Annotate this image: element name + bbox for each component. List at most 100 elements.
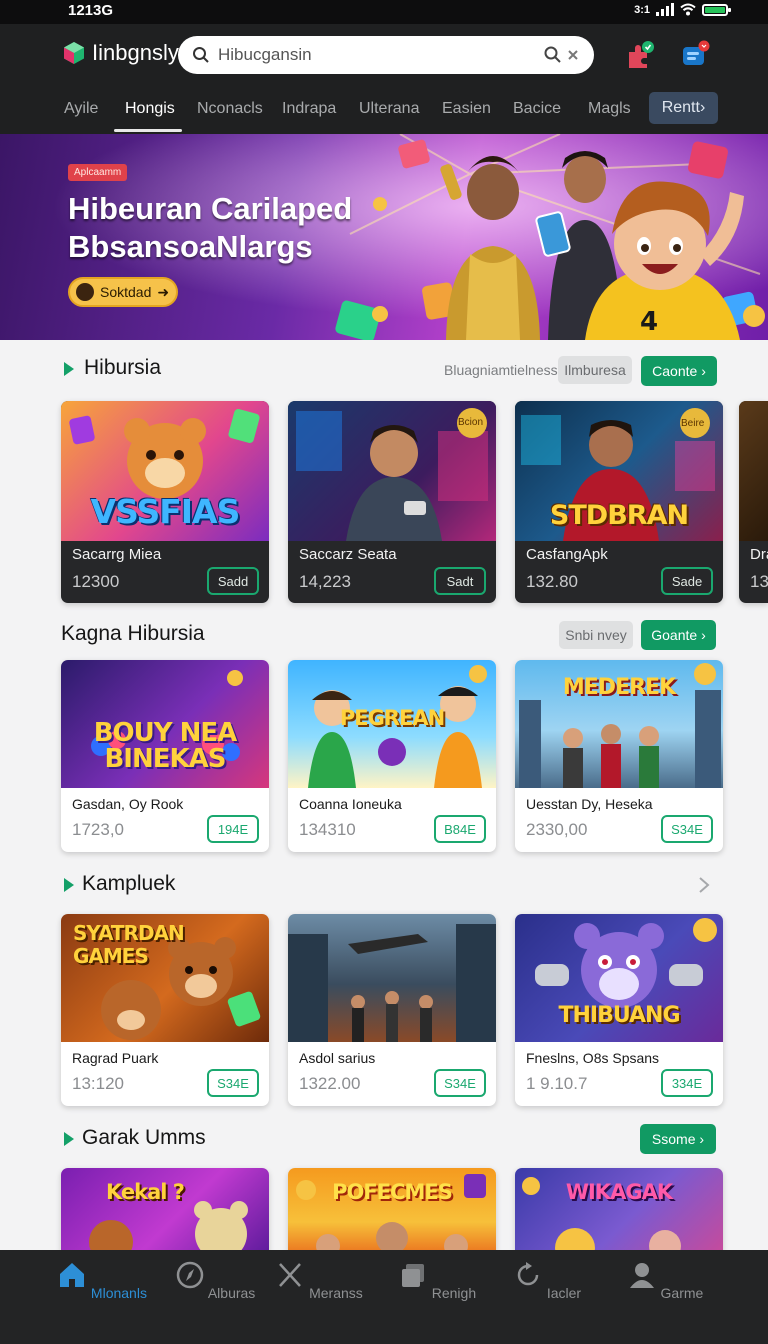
tab-2[interactable]: Nconacls xyxy=(197,100,263,118)
bottom-nav-item-0[interactable]: Mlonanls xyxy=(47,1260,157,1301)
tab-1[interactable]: Hongis xyxy=(125,100,175,118)
game-name: Sacarrg Miea xyxy=(72,546,162,563)
section-more-button[interactable]: Caonte › xyxy=(641,356,717,386)
cross-tools-icon xyxy=(279,1263,302,1287)
hero-title-line1: Hibeuran Carilaped xyxy=(68,191,353,226)
hero-cta-label: Soktdad xyxy=(100,284,152,300)
game-art-title: WIKAGAK xyxy=(565,1180,673,1204)
game-thumbnail: MEDEREK xyxy=(515,660,723,788)
game-name: Dra xyxy=(750,546,768,563)
section-header-kagna: Kagna Hibursia Snbi nvey Goante › xyxy=(0,618,768,652)
game-card[interactable]: Asdol sarius 1322.00 S34E xyxy=(288,914,496,1106)
bottom-nav-item-3[interactable]: Renigh xyxy=(382,1260,492,1301)
game-action-button[interactable]: S34E xyxy=(434,1069,486,1097)
app-header: Iinbgnsly Ayile Hongis Nconacls Indrapa … xyxy=(0,24,768,134)
bottom-nav-label: Iacler xyxy=(546,1285,582,1301)
game-art-title: SYATRDAN GAMES xyxy=(73,921,185,968)
game-card[interactable]: Bcion Saccarz Seata 14,223 Sadt xyxy=(288,401,496,603)
home-icon xyxy=(60,1263,85,1287)
game-thumbnail: THIBUANG xyxy=(515,914,723,1042)
tab-7[interactable]: Magls xyxy=(588,100,631,118)
game-value: 12300 xyxy=(72,572,120,591)
bottom-nav-item-5[interactable]: Garme xyxy=(610,1260,720,1301)
game-action-button[interactable]: 334E xyxy=(661,1069,713,1097)
tab-0[interactable]: Ayile xyxy=(64,100,98,118)
refresh-icon xyxy=(517,1262,539,1286)
filter-tag-label: Snbi nvey xyxy=(565,627,627,643)
game-action-button[interactable]: S34E xyxy=(207,1069,259,1097)
search-submit-icon[interactable] xyxy=(544,46,562,64)
search-bar[interactable] xyxy=(178,36,594,74)
game-card[interactable]: MEDEREK Uesstan Dy, Heseka 2330,00 S34E xyxy=(515,660,723,852)
chevron-right-icon: › xyxy=(699,99,706,116)
bottom-nav-label: Renigh xyxy=(431,1285,477,1301)
game-action-button[interactable]: Sadt xyxy=(434,567,486,595)
search-input[interactable] xyxy=(218,45,544,65)
tab-6[interactable]: Bacice xyxy=(513,100,561,118)
rent-label: Rentt xyxy=(661,99,700,116)
corner-badge: Bcion xyxy=(458,417,484,428)
bottom-nav-item-2[interactable]: Meranss xyxy=(264,1260,374,1301)
game-card-partial[interactable]: Dra 13 xyxy=(739,401,768,603)
game-action-button[interactable]: S34E xyxy=(661,815,713,843)
game-action-button[interactable]: Sadd xyxy=(207,567,259,595)
triangle-marker-icon xyxy=(64,362,74,376)
section-more-button[interactable]: Goante › xyxy=(641,620,716,650)
game-art-title: STDBRAN xyxy=(549,500,689,531)
bottom-nav-label: Mlonanls xyxy=(90,1285,147,1301)
section-link[interactable]: Bluagniamtielness xyxy=(444,362,558,378)
hero-title-line2: BbsansoaNlargs xyxy=(68,229,313,264)
brand[interactable]: Iinbgnsly xyxy=(62,40,179,66)
tab-5[interactable]: Easien xyxy=(442,100,491,118)
chevron-right-icon[interactable] xyxy=(698,876,710,894)
section-header-kampluek: Kampluek xyxy=(0,868,768,902)
profile-icon xyxy=(629,1263,654,1288)
game-action-label: 334E xyxy=(671,1075,703,1091)
puzzle-notification-icon[interactable] xyxy=(624,40,654,70)
game-card[interactable]: BOUY NEA BINEKAS Gasdan, Oy Rook 1723,0 … xyxy=(61,660,269,852)
tab-4[interactable]: Ulterana xyxy=(359,100,419,118)
game-card[interactable]: VSSFIAS Sacarrg Miea 12300 Sadd xyxy=(61,401,269,603)
game-action-button[interactable]: 194E xyxy=(207,815,259,843)
clear-icon[interactable] xyxy=(566,48,580,62)
game-action-label: Sadt xyxy=(446,573,474,589)
bottom-nav-item-1[interactable]: Alburas xyxy=(160,1260,270,1301)
filter-tag[interactable]: Ilmburesa xyxy=(558,356,632,384)
game-card[interactable]: PEGREAN Coanna Ioneuka 134310 B84E xyxy=(288,660,496,852)
game-card[interactable]: Beire STDBRAN CasfangApk 132.80 Sade xyxy=(515,401,723,603)
bottom-nav-item-4[interactable]: Iacler xyxy=(492,1260,602,1301)
game-card[interactable]: Kekal ? xyxy=(61,1168,269,1258)
section-more-button[interactable]: Ssome › xyxy=(640,1124,716,1154)
game-card[interactable]: WIKAGAK xyxy=(515,1168,723,1258)
game-action-label: Sadd xyxy=(217,573,249,589)
section-title: Kampluek xyxy=(82,872,176,895)
filter-tag[interactable]: Snbi nvey xyxy=(559,621,633,649)
game-action-button[interactable]: B84E xyxy=(434,815,486,843)
hero-cta-button[interactable]: Soktdad ➜ xyxy=(68,277,178,307)
game-art-title: VSSFIAS xyxy=(90,492,241,531)
game-art-title: Kekal ? xyxy=(106,1180,185,1204)
wallet-notification-icon[interactable] xyxy=(680,40,710,70)
hero-banner[interactable]: 4 Aplcaamm Hibeuran Carilaped BbsansoaNl… xyxy=(0,134,768,340)
game-name: Saccarz Seata xyxy=(299,546,397,563)
tab-3[interactable]: Indrapa xyxy=(282,100,336,118)
game-action-button[interactable]: Sade xyxy=(661,567,713,595)
game-card[interactable]: SYATRDAN GAMES Ragrad Puark 13:120 S34E xyxy=(61,914,269,1106)
triangle-marker-icon xyxy=(64,878,74,892)
game-card[interactable]: POFECMES xyxy=(288,1168,496,1258)
game-thumbnail: BOUY NEA BINEKAS xyxy=(61,660,269,788)
battery-icon xyxy=(702,3,731,16)
bottom-nav: Mlonanls Alburas Meranss Renigh Iacler G… xyxy=(0,1250,768,1344)
triangle-marker-icon xyxy=(64,1132,74,1146)
chevron-right-icon: › xyxy=(701,627,706,643)
game-name: Ragrad Puark xyxy=(72,1050,159,1066)
game-value: 134310 xyxy=(299,820,356,839)
game-art-title: THIBUANG xyxy=(558,1003,680,1028)
game-card[interactable]: THIBUANG Fneslns, O8s Spsans 1 9.10.7 33… xyxy=(515,914,723,1106)
rent-button[interactable]: Rentt › xyxy=(649,92,718,124)
bottom-nav-label: Alburas xyxy=(207,1285,256,1301)
game-name: Coanna Ioneuka xyxy=(299,796,402,812)
signal-icon xyxy=(656,3,674,16)
chevron-right-icon: › xyxy=(701,363,706,379)
section-more-label: Caonte xyxy=(652,363,698,379)
